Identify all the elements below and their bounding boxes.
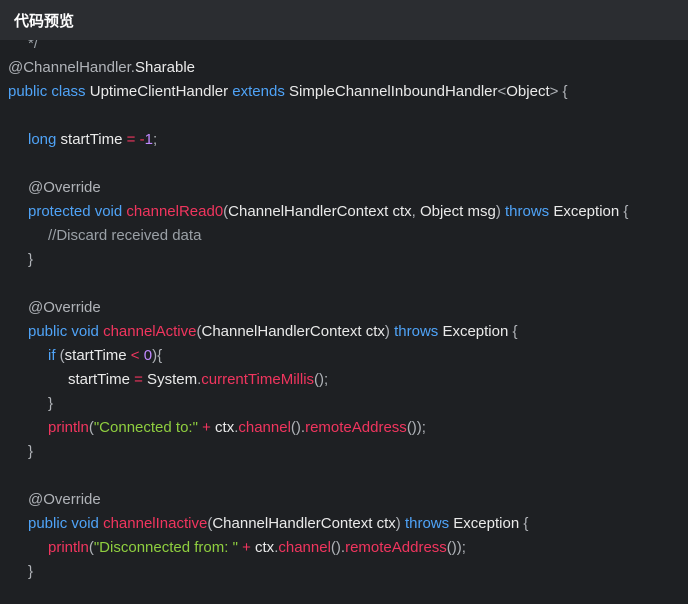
code-token: 1	[144, 131, 153, 148]
code-line: long startTime = -1;	[0, 128, 688, 152]
code-token: void	[71, 323, 99, 340]
code-token: ChannelHandlerContext ctx	[201, 323, 385, 340]
code-token: public	[28, 323, 68, 340]
code-token: 0	[143, 347, 153, 364]
code-token: channelRead0	[126, 203, 224, 220]
code-line: if (startTime < 0){	[0, 344, 688, 368]
code-line: startTime = System.currentTimeMillis();	[0, 368, 688, 392]
code-token: public	[8, 83, 48, 100]
code-token: =	[134, 371, 143, 388]
code-line: protected void channelRead0(ChannelHandl…	[0, 200, 688, 224]
code-token: ctx	[210, 419, 235, 436]
code-token: Object	[506, 83, 550, 100]
code-token: Sharable	[134, 59, 196, 76]
code-token: @Override	[28, 491, 101, 508]
code-token: ());	[446, 539, 466, 556]
code-token: }	[48, 395, 54, 412]
code-line: @Override	[0, 296, 688, 320]
code-token: void	[94, 203, 123, 220]
panel-header: 代码预览	[0, 0, 688, 40]
code-token: class	[51, 83, 86, 100]
code-line: }	[0, 560, 688, 584]
code-token: SimpleChannelInboundHandler	[284, 83, 498, 100]
code-token: @Override	[28, 179, 101, 196]
code-line: @ChannelHandler.Sharable	[0, 56, 688, 80]
code-token: void	[71, 515, 99, 532]
code-token: <	[497, 83, 507, 100]
code-token: }	[28, 443, 34, 460]
code-token: Object msg	[415, 203, 496, 220]
code-token: "Connected to:"	[93, 419, 198, 436]
code-token: Exception	[449, 515, 524, 532]
code-line: */	[0, 40, 688, 56]
code-token: throws	[504, 203, 550, 220]
code-line: @Override	[0, 176, 688, 200]
code-token: "Disconnected from: "	[93, 539, 238, 556]
code-token: {	[558, 83, 568, 100]
code-line: public void channelActive(ChannelHandler…	[0, 320, 688, 344]
code-token: long	[28, 131, 57, 148]
code-token: channelActive	[103, 323, 197, 340]
code-token: channel	[238, 419, 291, 436]
code-line: }	[0, 392, 688, 416]
code-line: //Discard received data	[0, 224, 688, 248]
code-token: @Override	[28, 299, 101, 316]
code-line: println("Disconnected from: " + ctx.chan…	[0, 536, 688, 560]
code-token: }	[28, 563, 34, 580]
code-token: Exception	[549, 203, 624, 220]
code-token: println	[48, 419, 89, 436]
code-token: throws	[404, 515, 450, 532]
code-token: ());	[406, 419, 426, 436]
code-line: public class UptimeClientHandler extends…	[0, 80, 688, 104]
code-token: ctx	[250, 539, 275, 556]
code-token: channel	[278, 539, 331, 556]
code-line: public void channelInactive(ChannelHandl…	[0, 512, 688, 536]
code-line: @Override	[0, 488, 688, 512]
panel-title: 代码预览	[14, 12, 75, 30]
code-token: startTime	[64, 347, 131, 364]
code-token: if	[48, 347, 56, 364]
code-token: ().	[290, 419, 306, 436]
code-line: }	[0, 248, 688, 272]
code-token: ;	[152, 131, 158, 148]
code-token: {	[512, 323, 518, 340]
code-line: }	[0, 440, 688, 464]
code-token: ();	[314, 371, 329, 388]
code-token: //Discard received data	[48, 227, 202, 244]
code-token: println	[48, 539, 89, 556]
code-token: startTime	[56, 131, 127, 148]
code-token: {	[623, 203, 629, 220]
code-token: Exception	[438, 323, 513, 340]
code-token: {	[523, 515, 529, 532]
code-token: extends	[232, 83, 285, 100]
code-token: +	[242, 539, 251, 556]
code-token: ){	[152, 347, 163, 364]
code-token: throws	[394, 323, 439, 340]
code-token: +	[202, 419, 211, 436]
code-token: currentTimeMillis	[201, 371, 315, 388]
code-token: */	[28, 40, 39, 52]
code-token: @ChannelHandler.	[8, 59, 135, 76]
code-token: UptimeClientHandler	[85, 83, 233, 100]
code-line: println("Connected to:" + ctx.channel().…	[0, 416, 688, 440]
code-token: ChannelHandlerContext ctx	[228, 203, 412, 220]
code-token: System	[142, 371, 198, 388]
code-token: (	[55, 347, 65, 364]
code-token: remoteAddress	[305, 419, 407, 436]
code-token: ChannelHandlerContext ctx	[212, 515, 396, 532]
code-token: startTime	[68, 371, 135, 388]
code-token: public	[28, 515, 68, 532]
code-preview[interactable]: */@ChannelHandler.Sharable public class U…	[0, 40, 688, 604]
code-token: }	[28, 251, 34, 268]
code-token: remoteAddress	[345, 539, 447, 556]
code-token: protected	[28, 203, 91, 220]
code-token: channelInactive	[103, 515, 208, 532]
code-token: <	[130, 347, 140, 364]
code-token: ().	[330, 539, 346, 556]
